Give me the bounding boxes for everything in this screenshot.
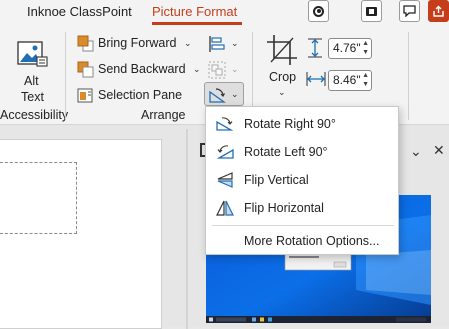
alt-text-icon bbox=[17, 41, 48, 67]
content-placeholder[interactable] bbox=[0, 162, 77, 234]
align-left-icon bbox=[209, 36, 225, 52]
group-objects-icon bbox=[208, 61, 226, 79]
shape-height-value: 4.76" bbox=[333, 41, 361, 55]
flip-vertical-label: Flip Vertical bbox=[244, 173, 309, 187]
flip-horizontal-label: Flip Horizontal bbox=[244, 201, 324, 215]
crop-icon bbox=[267, 35, 297, 65]
chevron-down-icon[interactable]: ⌄ bbox=[184, 38, 192, 49]
rotate-icon bbox=[209, 88, 226, 103]
alt-text-label-line1: Alt bbox=[24, 74, 39, 88]
send-backward-label: Send Backward bbox=[98, 62, 186, 76]
record-icon bbox=[313, 5, 324, 17]
rotate-right-icon bbox=[216, 117, 234, 131]
crop-label: Crop bbox=[269, 70, 297, 84]
comment-icon bbox=[403, 5, 416, 17]
present-icon bbox=[366, 6, 377, 16]
flip-vertical-icon bbox=[217, 172, 233, 188]
bring-forward-label: Bring Forward bbox=[98, 36, 177, 50]
send-backward-icon bbox=[77, 61, 94, 78]
tab-picture-format[interactable]: Picture Format bbox=[152, 4, 237, 19]
selection-pane-label: Selection Pane bbox=[98, 88, 183, 102]
pane-divider bbox=[186, 129, 188, 329]
accessibility-group-label: Accessibility bbox=[0, 108, 69, 122]
bring-forward-icon bbox=[77, 35, 94, 52]
selection-pane-button[interactable]: Selection Pane bbox=[77, 86, 187, 106]
group-separator bbox=[408, 32, 409, 120]
shape-height-icon bbox=[308, 38, 322, 58]
menu-item-rotate-right[interactable]: Rotate Right 90° bbox=[206, 110, 398, 138]
comments-button[interactable] bbox=[399, 0, 420, 22]
menu-item-more-rotation-options[interactable]: More Rotation Options... bbox=[206, 227, 398, 255]
chevron-down-icon[interactable]: ⌄ bbox=[193, 64, 201, 75]
width-spinner[interactable]: ▲ ▼ bbox=[362, 71, 369, 89]
group-separator bbox=[65, 32, 66, 120]
bring-forward-button[interactable]: Bring Forward ⌄ bbox=[77, 34, 197, 54]
chevron-down-icon: ⌄ bbox=[231, 38, 239, 48]
crop-button[interactable]: Crop ⌄ bbox=[264, 32, 300, 102]
shape-width-icon bbox=[306, 72, 326, 86]
close-icon[interactable]: ✕ bbox=[433, 142, 445, 159]
tab-inknoe-classpoint[interactable]: Inknoe ClassPoint bbox=[27, 4, 132, 19]
rotate-left-icon bbox=[216, 145, 234, 159]
shape-height-field[interactable]: 4.76" ▲ ▼ bbox=[328, 38, 372, 59]
shape-width-field[interactable]: 8.46" ▲ ▼ bbox=[328, 70, 372, 91]
record-button[interactable] bbox=[308, 0, 329, 22]
alt-text-button[interactable]: Alt Text bbox=[9, 34, 55, 104]
menu-item-flip-horizontal[interactable]: Flip Horizontal bbox=[206, 194, 398, 222]
present-button[interactable] bbox=[361, 0, 382, 22]
selection-pane-icon bbox=[77, 88, 93, 103]
height-spinner[interactable]: ▲ ▼ bbox=[362, 39, 369, 57]
chevron-down-icon: ⌄ bbox=[278, 87, 286, 97]
arrange-group-label: Arrange bbox=[141, 108, 186, 122]
flip-horizontal-icon bbox=[216, 200, 234, 216]
menu-item-rotate-left[interactable]: Rotate Left 90° bbox=[206, 138, 398, 166]
share-icon bbox=[433, 5, 444, 17]
alt-text-label-line2: Text bbox=[21, 90, 44, 104]
more-rotation-options-label: More Rotation Options... bbox=[244, 234, 380, 248]
slide-canvas[interactable] bbox=[0, 139, 162, 329]
ribbon-tab-bar: Inknoe ClassPoint Picture Format bbox=[0, 0, 449, 26]
chevron-down-icon: ⌄ bbox=[231, 64, 239, 74]
rotate-right-label: Rotate Right 90° bbox=[244, 117, 336, 131]
active-tab-indicator bbox=[152, 22, 242, 25]
group-objects-button[interactable]: ⌄ bbox=[207, 60, 241, 80]
rotate-left-label: Rotate Left 90° bbox=[244, 145, 328, 159]
menu-divider bbox=[212, 225, 394, 226]
rotate-button[interactable]: ⌄ bbox=[204, 82, 244, 106]
shape-width-value: 8.46" bbox=[333, 73, 361, 87]
chevron-down-icon[interactable]: ⌄ bbox=[410, 143, 422, 160]
send-backward-button[interactable]: Send Backward ⌄ bbox=[77, 60, 205, 80]
align-button[interactable]: ⌄ bbox=[207, 34, 241, 54]
chevron-down-icon: ⌄ bbox=[231, 89, 239, 99]
menu-item-flip-vertical[interactable]: Flip Vertical bbox=[206, 166, 398, 194]
share-button[interactable] bbox=[428, 0, 449, 22]
rotate-dropdown-menu: Rotate Right 90° Rotate Left 90° Flip Ve… bbox=[205, 106, 399, 255]
